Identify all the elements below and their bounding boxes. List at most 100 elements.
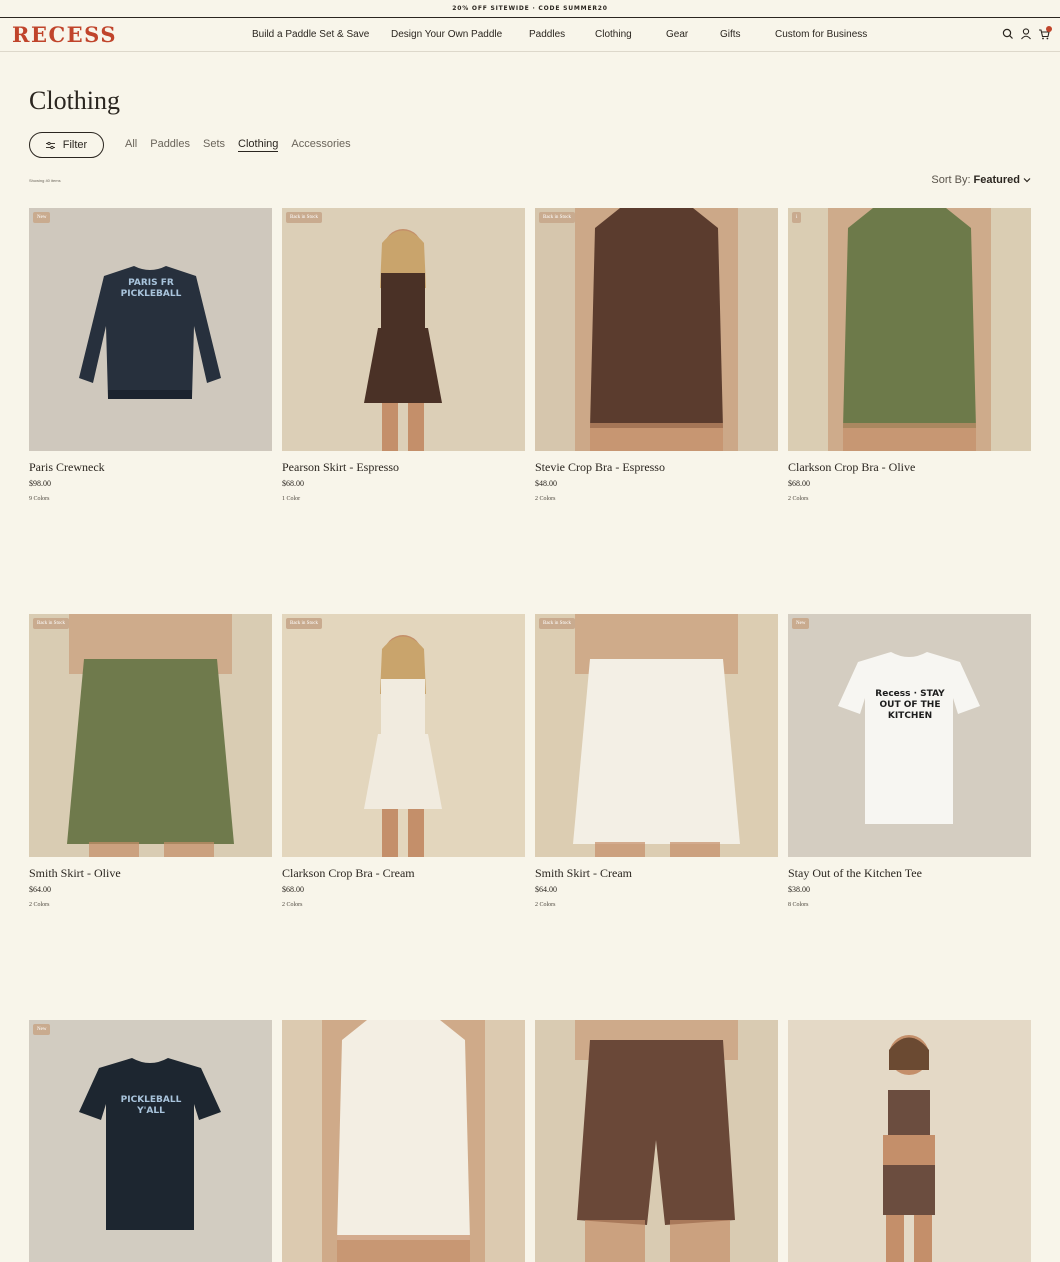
product-card[interactable]: i Clarkson Crop Bra - Olive $68.00 2 Colors (788, 208, 1031, 502)
product-badge: New (33, 212, 51, 223)
sort-value: Featured (973, 174, 1020, 186)
site-header: RECESS Build a Paddle Set & Save Design … (0, 19, 1060, 52)
nav-clothing[interactable]: Clothing (595, 29, 632, 40)
product-price-row: $98.00 (29, 479, 272, 488)
product-photo-illustration (575, 208, 738, 451)
product-photo-illustration (67, 614, 234, 857)
product-color-count[interactable]: 2 Colors (788, 496, 1031, 502)
product-name[interactable]: Stay Out of the Kitchen Tee (788, 866, 1031, 881)
product-name[interactable]: Clarkson Crop Bra - Cream (282, 866, 525, 881)
product-card[interactable]: Back in Stock Stevie Crop Bra - Espresso $… (535, 208, 778, 502)
product-badge: Back in Stock (33, 618, 70, 629)
product-price: $68.00 (788, 479, 810, 488)
nav-design-paddle[interactable]: Design Your Own Paddle (391, 29, 502, 40)
product-photo-illustration (575, 1020, 738, 1262)
product-card[interactable]: Stevie Crop Bra - Cream$48.002 Colors (282, 1020, 525, 1262)
product-image[interactable]: PICKLEBALL Y'ALL New (29, 1020, 272, 1262)
product-card[interactable]: Back in Stock Clarkson Crop Bra - Cream $6… (282, 614, 525, 908)
nav-gifts[interactable]: Gifts (720, 29, 741, 40)
product-color-count[interactable]: 2 Colors (535, 496, 778, 502)
product-badge: New (33, 1024, 51, 1035)
product-image[interactable] (282, 1020, 525, 1262)
product-price-row: $38.00 (788, 885, 1031, 894)
cart-icon[interactable] (1038, 26, 1052, 41)
product-color-count[interactable]: 2 Colors (282, 902, 525, 908)
product-print-text: PICKLEBALL Y'ALL (120, 1095, 182, 1116)
product-price-row: $68.00 (282, 885, 525, 894)
tab-accessories[interactable]: Accessories (291, 138, 350, 152)
nav-build-paddle-set[interactable]: Build a Paddle Set & Save (252, 29, 369, 40)
product-price: $64.00 (535, 885, 557, 894)
product-card[interactable]: Back in Stock Pearson Skirt - Espresso $68… (282, 208, 525, 502)
product-image[interactable]: Recess · STAY OUT OF THE KITCHEN New (788, 614, 1031, 857)
product-image[interactable]: Back in Stock (282, 208, 525, 451)
product-photo-illustration (79, 266, 221, 399)
product-name[interactable]: Paris Crewneck (29, 460, 272, 475)
sort-dropdown[interactable]: Sort By: Featured (931, 174, 1031, 186)
product-badge: Back in Stock (539, 618, 576, 629)
product-image[interactable]: Back in Stock (282, 614, 525, 857)
product-card[interactable]: Kerby Short - Espresso$46.00$58.001 Colo… (535, 1020, 778, 1262)
product-badge: New (792, 618, 810, 629)
header-icons (1002, 26, 1052, 41)
nav-gear[interactable]: Gear (666, 29, 688, 40)
tab-sets[interactable]: Sets (203, 138, 225, 152)
item-count: Showing 40 items (29, 178, 61, 183)
product-print-text: PARIS FR PICKLEBALL (120, 278, 182, 299)
product-badge: Back in Stock (286, 618, 323, 629)
nav-paddles[interactable]: Paddles (529, 29, 565, 40)
product-image[interactable] (535, 1020, 778, 1262)
product-color-count[interactable]: 2 Colors (29, 902, 272, 908)
product-color-count[interactable]: 1 Color (282, 496, 525, 502)
product-photo-illustration (79, 1058, 221, 1230)
product-card[interactable]: PICKLEBALL Y'ALLNewPickleball Y'all Tee$… (29, 1020, 272, 1262)
nav-custom-business[interactable]: Custom for Business (775, 29, 867, 40)
product-card[interactable]: PARIS FR PICKLEBALL New Paris Crewneck $98.… (29, 208, 272, 502)
product-image[interactable]: Back in Stock (535, 614, 778, 857)
product-name[interactable]: Smith Skirt - Cream (535, 866, 778, 881)
product-name[interactable]: Pearson Skirt - Espresso (282, 460, 525, 475)
tab-all[interactable]: All (125, 138, 137, 152)
product-image[interactable]: i (788, 208, 1031, 451)
product-name[interactable]: Clarkson Crop Bra - Olive (788, 460, 1031, 475)
product-image[interactable] (788, 1020, 1031, 1262)
product-badge: i (792, 212, 802, 223)
product-price: $38.00 (788, 885, 810, 894)
product-card[interactable]: Back in Stock Smith Skirt - Cream $64.00 2 … (535, 614, 778, 908)
product-image[interactable]: Back in Stock (535, 208, 778, 451)
product-color-count[interactable]: 8 Colors (788, 902, 1031, 908)
brand-logo[interactable]: RECESS (12, 24, 117, 46)
product-badge: Back in Stock (286, 212, 323, 223)
product-color-count[interactable]: 9 Colors (29, 496, 272, 502)
product-photo-illustration (573, 614, 740, 857)
product-price: $98.00 (29, 479, 51, 488)
product-name[interactable]: Stevie Crop Bra - Espresso (535, 460, 778, 475)
product-photo-illustration (364, 229, 442, 451)
tab-clothing[interactable]: Clothing (238, 138, 279, 152)
product-name[interactable]: Smith Skirt - Olive (29, 866, 272, 881)
chevron-down-icon (1023, 178, 1031, 183)
search-icon[interactable] (1002, 27, 1014, 41)
announcement-bar: 20% OFF SITEWIDE · CODE SUMMER20 (0, 0, 1060, 18)
product-price: $68.00 (282, 885, 304, 894)
sort-label: Sort By: (931, 174, 971, 186)
product-color-count[interactable]: 2 Colors (535, 902, 778, 908)
product-photo-illustration (322, 1020, 485, 1262)
product-price: $64.00 (29, 885, 51, 894)
product-photo-illustration (838, 652, 980, 824)
product-image[interactable]: PARIS FR PICKLEBALL New (29, 208, 272, 451)
product-image[interactable]: Back in Stock (29, 614, 272, 857)
product-price-row: $68.00 (282, 479, 525, 488)
product-badge: Back in Stock (539, 212, 576, 223)
main-nav: Build a Paddle Set & Save Design Your Ow… (0, 19, 1060, 52)
product-card[interactable]: Mica Crop Bra - Espresso$38.00$48.002 Co… (788, 1020, 1031, 1262)
filter-button[interactable]: Filter (29, 132, 104, 158)
product-price-row: $64.00 (29, 885, 272, 894)
product-card[interactable]: Recess · STAY OUT OF THE KITCHEN New Stay … (788, 614, 1031, 908)
account-icon[interactable] (1020, 27, 1032, 41)
product-card[interactable]: Back in Stock Smith Skirt - Olive $64.00 2 … (29, 614, 272, 908)
product-price-row: $48.00 (535, 479, 778, 488)
product-grid: PARIS FR PICKLEBALL New Paris Crewneck $98.… (29, 208, 1031, 1262)
tab-paddles[interactable]: Paddles (150, 138, 190, 152)
filter-label: Filter (62, 139, 88, 151)
